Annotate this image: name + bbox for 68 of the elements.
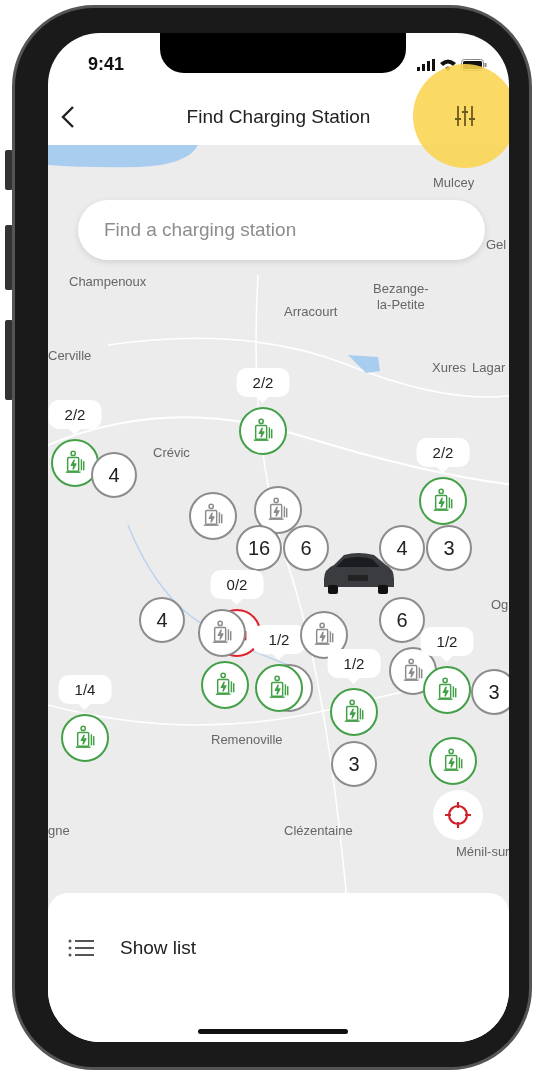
station-marker[interactable]: [189, 492, 237, 540]
place-label: Arracourt: [284, 304, 338, 321]
station-marker[interactable]: [429, 737, 477, 785]
place-label: Lagar: [472, 360, 506, 377]
status-time: 9:41: [88, 54, 125, 75]
charging-station-icon: [432, 488, 454, 514]
charging-station-icon: [313, 622, 335, 648]
place-label: Bezange- la-Petite: [373, 281, 429, 314]
charging-station-icon: [64, 450, 86, 476]
cluster-marker[interactable]: 3: [471, 669, 509, 715]
cluster-marker[interactable]: 6: [379, 597, 425, 643]
search-field[interactable]: Find a charging station: [78, 200, 485, 260]
station-marker[interactable]: [198, 609, 246, 657]
charging-station-icon: [402, 658, 424, 684]
station-marker[interactable]: [61, 714, 109, 762]
station-marker[interactable]: [51, 439, 99, 487]
place-label: Remenoville: [211, 732, 283, 749]
availability-label: 1/4: [58, 675, 112, 710]
place-label: Crévic: [153, 445, 190, 462]
charging-station-icon: [442, 748, 464, 774]
station-marker[interactable]: [330, 688, 378, 736]
station-marker[interactable]: [255, 664, 303, 712]
availability-label: 2/2: [416, 438, 470, 473]
cluster-marker[interactable]: 16: [236, 525, 282, 571]
cluster-marker[interactable]: 4: [139, 597, 185, 643]
locate-button[interactable]: [433, 790, 483, 840]
charging-station-icon: [202, 503, 224, 529]
place-label: gne: [48, 823, 70, 840]
station-marker[interactable]: [423, 666, 471, 714]
charging-station-icon: [211, 620, 233, 646]
place-label: Ménil-sur: [456, 844, 509, 861]
charging-station-icon: [74, 725, 96, 751]
list-icon: [68, 938, 94, 958]
cluster-marker[interactable]: 4: [91, 452, 137, 498]
charging-station-icon: [436, 677, 458, 703]
chevron-left-icon: [61, 105, 75, 129]
place-label: Og: [491, 597, 509, 614]
cluster-marker[interactable]: 6: [283, 525, 329, 571]
charging-station-icon: [252, 418, 274, 444]
station-marker[interactable]: [254, 486, 302, 534]
cluster-marker[interactable]: 4: [379, 525, 425, 571]
station-marker[interactable]: [239, 407, 287, 455]
sliders-icon: [454, 104, 476, 128]
availability-label: 2/2: [236, 368, 290, 403]
availability-label: 2/2: [48, 400, 102, 435]
place-label: Clézentaine: [284, 823, 353, 840]
station-marker[interactable]: [201, 661, 249, 709]
station-marker[interactable]: [300, 611, 348, 659]
place-label: Cerville: [48, 348, 92, 365]
station-marker[interactable]: [419, 477, 467, 525]
crosshair-icon: [443, 800, 473, 830]
cluster-marker[interactable]: 3: [426, 525, 472, 571]
charging-station-icon: [267, 497, 289, 523]
availability-label: 1/2: [327, 649, 381, 684]
signal-icon: [417, 58, 435, 71]
charging-station-icon: [343, 699, 365, 725]
place-label: Xures: [432, 360, 466, 377]
availability-label: 1/2: [420, 627, 474, 662]
availability-label: 0/2: [210, 570, 264, 605]
charging-station-icon: [214, 672, 236, 698]
place-label: Mulcey: [433, 175, 475, 192]
show-list-button[interactable]: Show list: [64, 933, 201, 963]
page-title: Find Charging Station: [186, 105, 371, 128]
charging-station-icon: [268, 675, 290, 701]
place-label: Champenoux: [69, 274, 147, 291]
availability-label: 1/2: [252, 625, 306, 660]
cluster-marker[interactable]: 3: [331, 741, 377, 787]
place-label: Gel: [486, 237, 507, 254]
